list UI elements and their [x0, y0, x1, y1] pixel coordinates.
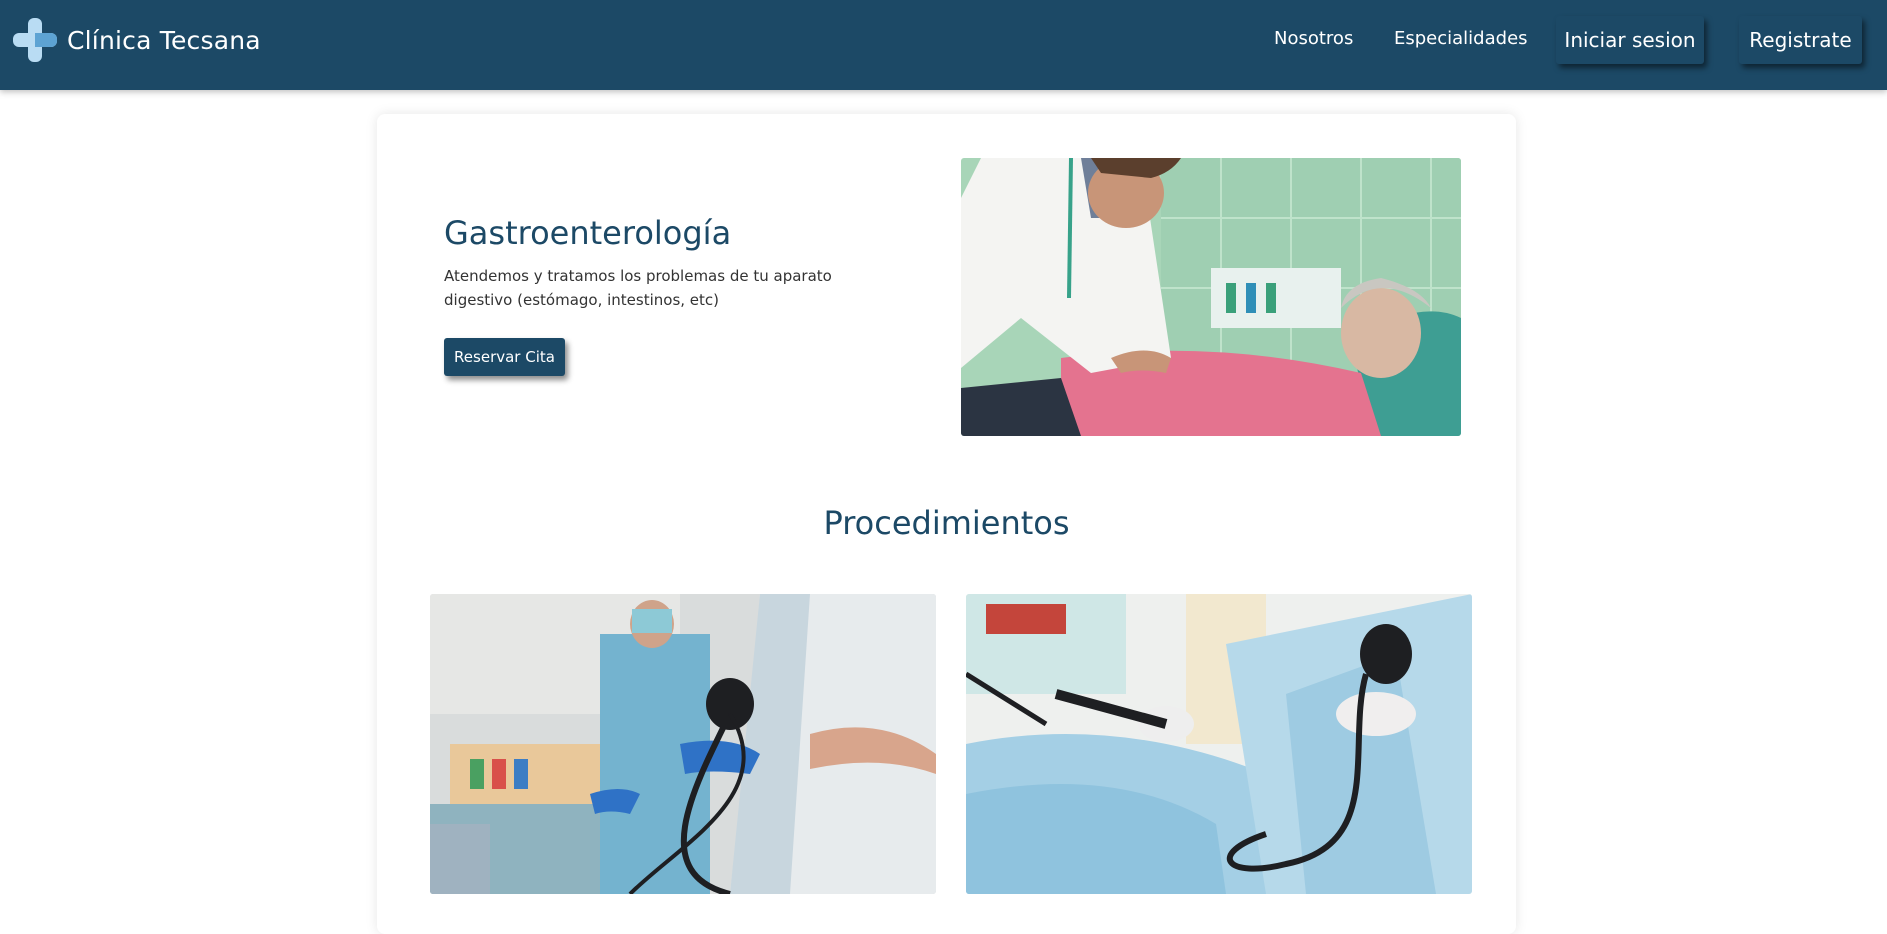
- login-button[interactable]: Iniciar sesion: [1556, 16, 1704, 64]
- doctor-patient-photo: [961, 158, 1461, 436]
- register-button[interactable]: Registrate: [1739, 16, 1862, 64]
- top-navbar: Clínica Tecsana Nosotros Especialidades …: [0, 0, 1887, 90]
- nav-link-especialidades[interactable]: Especialidades: [1394, 28, 1528, 49]
- specialty-title: Gastroenterología: [444, 214, 732, 252]
- procedure-photo-2: [966, 594, 1472, 894]
- medical-cross-logo-icon: [13, 18, 57, 62]
- specialty-card: Gastroenterología Atendemos y tratamos l…: [377, 114, 1516, 934]
- specialty-description: Atendemos y tratamos los problemas de tu…: [444, 267, 832, 309]
- procedures-title: Procedimientos: [823, 504, 1070, 542]
- procedure-photo-1: [430, 594, 936, 894]
- nav-link-nosotros[interactable]: Nosotros: [1274, 28, 1353, 49]
- reserve-appointment-button[interactable]: Reservar Cita: [444, 338, 565, 376]
- brand-name: Clínica Tecsana: [67, 25, 261, 55]
- brand[interactable]: Clínica Tecsana: [13, 18, 261, 62]
